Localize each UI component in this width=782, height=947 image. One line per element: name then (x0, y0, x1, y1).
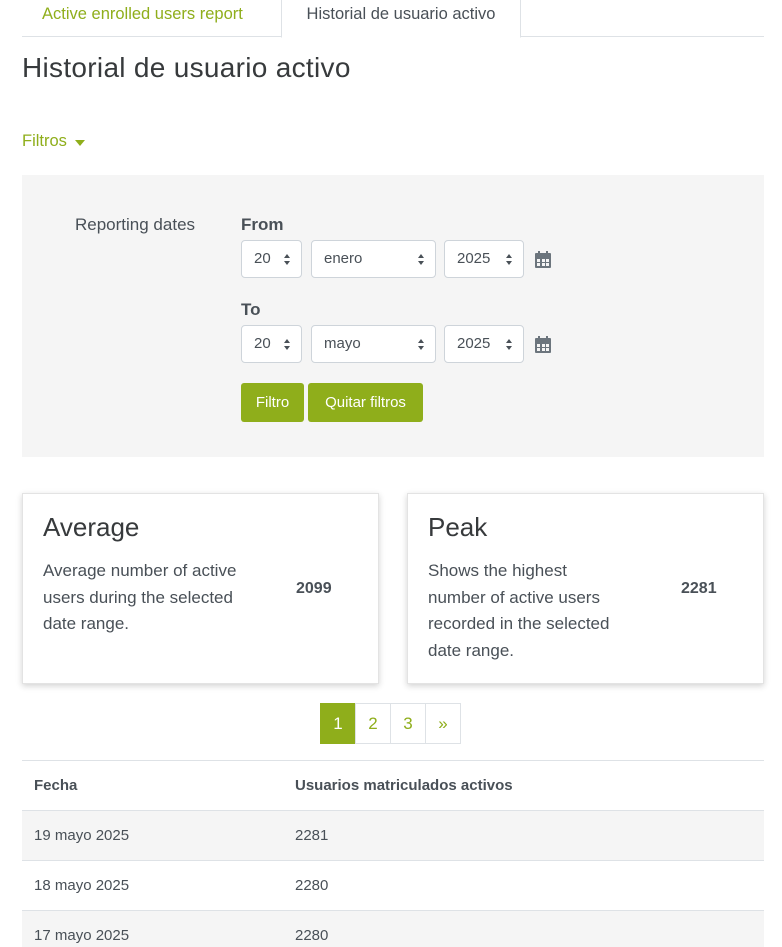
to-year-value: 2025 (457, 335, 491, 352)
page-1-link[interactable]: 1 (320, 703, 356, 744)
row-active-users: 2281 (283, 810, 764, 861)
page-title: Historial de usuario activo (22, 52, 351, 83)
from-year-value: 2025 (457, 250, 491, 267)
row-date: 19 mayo 2025 (22, 810, 283, 861)
select-arrows-icon (506, 339, 513, 351)
to-label: To (241, 300, 261, 319)
table-row: 19 mayo 2025 2281 (22, 810, 764, 861)
to-month-select[interactable]: mayo (311, 325, 436, 363)
to-year-select[interactable]: 2025 (444, 325, 524, 363)
filters-toggle[interactable]: Filtros (22, 132, 85, 151)
select-arrows-icon (506, 254, 513, 266)
calendar-icon[interactable] (535, 251, 551, 268)
calendar-icon[interactable] (535, 336, 551, 353)
row-active-users: 2280 (283, 860, 764, 911)
from-year-select[interactable]: 2025 (444, 240, 524, 278)
average-card: Average Average number of active users d… (22, 493, 379, 684)
clear-filters-button[interactable]: Quitar filtros (308, 383, 423, 422)
row-date: 17 mayo 2025 (22, 910, 283, 947)
peak-card-title: Peak (428, 512, 488, 542)
page-2-link[interactable]: 2 (355, 703, 391, 744)
to-day-value: 20 (254, 335, 271, 352)
pagination: 1 2 3 » (320, 703, 461, 744)
from-label: From (241, 215, 284, 234)
table-row: 17 mayo 2025 2280 (22, 910, 764, 947)
tab-active-user-history[interactable]: Historial de usuario activo (281, 0, 521, 38)
column-header-active-users[interactable]: Usuarios matriculados activos (283, 760, 764, 811)
row-active-users: 2280 (283, 910, 764, 947)
report-tabs: Active enrolled users report Historial d… (22, 0, 764, 38)
average-card-description: Average number of active users during th… (43, 561, 237, 634)
to-day-select[interactable]: 20 (241, 325, 302, 363)
average-card-title: Average (43, 512, 140, 542)
next-page-link[interactable]: » (425, 703, 461, 744)
filter-panel: Reporting dates From 20 enero 2025 To 20… (22, 175, 764, 457)
peak-card-description: Shows the highest number of active users… (428, 561, 610, 660)
from-day-value: 20 (254, 250, 271, 267)
from-day-select[interactable]: 20 (241, 240, 302, 278)
reporting-dates-label: Reporting dates (75, 215, 196, 234)
table-row: 18 mayo 2025 2280 (22, 860, 764, 911)
select-arrows-icon (418, 339, 425, 351)
peak-card: Peak Shows the highest number of active … (407, 493, 764, 684)
average-card-value: 2099 (296, 580, 332, 597)
peak-card-value: 2281 (681, 580, 717, 597)
filters-toggle-label: Filtros (22, 132, 67, 150)
filter-button[interactable]: Filtro (241, 383, 304, 422)
page-3-link[interactable]: 3 (390, 703, 426, 744)
to-month-value: mayo (324, 335, 361, 352)
select-arrows-icon (418, 254, 425, 266)
active-users-table: Fecha Usuarios matriculados activos 19 m… (22, 760, 764, 947)
column-header-date[interactable]: Fecha (22, 760, 283, 811)
from-month-value: enero (324, 250, 363, 267)
select-arrows-icon (284, 254, 291, 266)
from-month-select[interactable]: enero (311, 240, 436, 278)
tab-active-enrolled-users-report[interactable]: Active enrolled users report (26, 0, 259, 37)
row-date: 18 mayo 2025 (22, 860, 283, 911)
select-arrows-icon (284, 339, 291, 351)
caret-down-icon (74, 139, 85, 146)
